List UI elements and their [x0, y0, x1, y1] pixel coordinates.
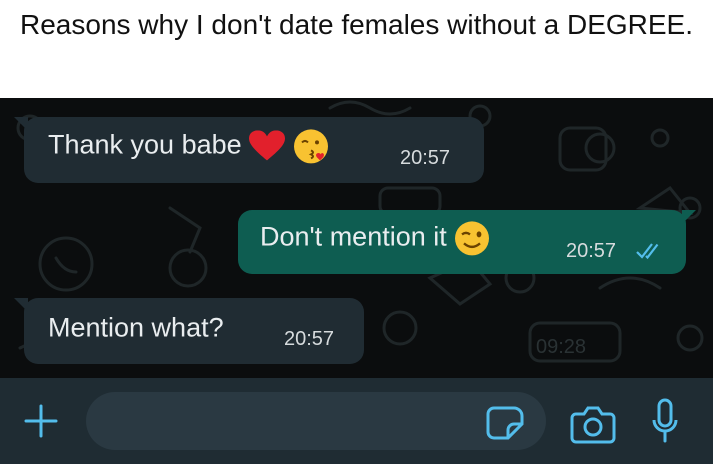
wallpaper-clock-text: 09:28	[536, 336, 586, 358]
face-blowing-kiss-icon	[293, 129, 328, 164]
message-timestamp: 20:57	[566, 240, 617, 262]
message-timestamp: 20:57	[400, 147, 451, 169]
bubble-tail	[14, 117, 28, 131]
message-text-container: Thank you babe	[48, 128, 329, 164]
message-text: Thank you babe	[48, 129, 242, 160]
message-timestamp: 20:57	[284, 328, 335, 350]
bubble-tail	[14, 298, 28, 312]
message-text: Don't mention it	[260, 221, 447, 252]
red-heart-icon	[249, 130, 286, 161]
post-caption: Reasons why I don't date females without…	[20, 9, 694, 40]
bubble-tail	[682, 210, 696, 224]
message-text-container: Don't mention it	[260, 220, 490, 256]
winking-face-icon	[455, 221, 490, 256]
microphone-icon[interactable]	[651, 398, 679, 444]
incoming-message-bubble[interactable]: Mention what? 20:57	[14, 298, 364, 364]
incoming-message-bubble[interactable]: Thank you babe 20:57	[14, 117, 484, 183]
sticker-icon[interactable]	[486, 404, 526, 440]
bottom-strip	[0, 464, 713, 476]
chat-area: 09:28 Thank you babe 20:57 Don't mention…	[0, 98, 713, 378]
message-input[interactable]	[114, 392, 488, 452]
outgoing-message-bubble[interactable]: Don't mention it 20:57	[238, 210, 696, 274]
double-check-read-icon	[636, 243, 659, 260]
message-text: Mention what?	[48, 312, 224, 343]
message-field[interactable]	[86, 392, 546, 452]
camera-icon[interactable]	[570, 404, 616, 444]
plus-icon[interactable]	[22, 402, 60, 440]
